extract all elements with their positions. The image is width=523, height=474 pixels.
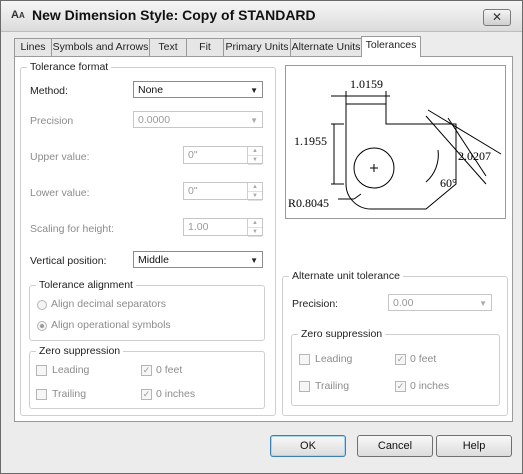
zero-inches-label: 0 inches xyxy=(156,388,196,400)
scaling-label: Scaling for height: xyxy=(30,223,115,235)
tolerance-format-group: Tolerance format Method: None ▼ Precisio… xyxy=(20,61,276,416)
method-dropdown[interactable]: None ▼ xyxy=(133,81,263,98)
close-icon: ✕ xyxy=(491,10,503,24)
arrow-up-icon[interactable]: ▲ xyxy=(248,183,262,192)
upper-value-label: Upper value: xyxy=(30,151,90,163)
alt-zero-inches-label: 0 inches xyxy=(410,380,450,392)
alt-zero-suppression-legend: Zero suppression xyxy=(298,328,386,340)
align-operational-label: Align operational symbols xyxy=(51,319,171,331)
tolerances-panel: Tolerance format Method: None ▼ Precisio… xyxy=(14,56,513,422)
scaling-field: 1.00 xyxy=(188,221,209,233)
zero-inches-checkbox[interactable]: ✓ xyxy=(141,389,152,400)
tab-tolerances[interactable]: Tolerances xyxy=(361,36,421,57)
chevron-down-icon: ▼ xyxy=(250,116,258,125)
alt-leading-label: Leading xyxy=(315,353,353,365)
tab-text[interactable]: Text xyxy=(149,38,187,56)
precision-label: Precision xyxy=(30,115,74,127)
scaling-stepper[interactable]: 1.00 ▲ ▼ xyxy=(183,218,263,237)
dim-right-text: 2.0207 xyxy=(458,149,491,163)
chevron-down-icon: ▼ xyxy=(250,256,258,265)
tab-primary-units[interactable]: Primary Units xyxy=(223,38,291,56)
lower-value-stepper[interactable]: 0" ▲ ▼ xyxy=(183,182,263,201)
upper-value-field: 0" xyxy=(188,149,198,161)
checkmark-icon: ✓ xyxy=(142,389,151,399)
spin-buttons[interactable]: ▲ ▼ xyxy=(247,147,262,165)
dimension-preview: 1.0159 1.1955 2.0207 60° R0.8045 xyxy=(285,65,506,219)
chevron-down-icon: ▼ xyxy=(479,299,487,308)
arrow-down-icon[interactable]: ▼ xyxy=(248,192,262,201)
vertical-position-label: Vertical position: xyxy=(30,255,107,267)
checkmark-icon: ✓ xyxy=(142,365,151,375)
align-decimal-radio[interactable] xyxy=(37,300,47,310)
alt-precision-dropdown[interactable]: 0.00 ▼ xyxy=(388,294,492,311)
arrow-up-icon[interactable]: ▲ xyxy=(248,219,262,228)
part-outline xyxy=(345,103,457,210)
dim-angle-text: 60° xyxy=(440,176,457,190)
alt-leading-checkbox[interactable] xyxy=(299,354,310,365)
alt-zero-feet-label: 0 feet xyxy=(410,353,437,365)
tolerance-alignment-legend: Tolerance alignment xyxy=(36,279,136,291)
leading-label: Leading xyxy=(52,364,90,376)
lower-value-field: 0" xyxy=(188,185,198,197)
help-button[interactable]: Help xyxy=(436,435,512,457)
alt-trailing-label: Trailing xyxy=(315,380,350,392)
alt-trailing-checkbox[interactable] xyxy=(299,381,310,392)
dim-top-text: 1.0159 xyxy=(350,77,383,91)
spin-buttons[interactable]: ▲ ▼ xyxy=(247,183,262,201)
vertical-position-dropdown[interactable]: Middle ▼ xyxy=(133,251,263,268)
dialog-title: New Dimension Style: Copy of STANDARD xyxy=(32,7,316,23)
alt-precision-value: 0.00 xyxy=(393,297,414,309)
method-label: Method: xyxy=(30,85,68,97)
zero-feet-checkbox[interactable]: ✓ xyxy=(141,365,152,376)
align-operational-radio[interactable] xyxy=(37,321,47,331)
title-bar[interactable]: AA New Dimension Style: Copy of STANDARD… xyxy=(1,1,522,32)
arrow-down-icon[interactable]: ▼ xyxy=(248,156,262,165)
arrow-down-icon[interactable]: ▼ xyxy=(248,228,262,237)
upper-value-stepper[interactable]: 0" ▲ ▼ xyxy=(183,146,263,165)
alt-unit-tolerance-legend: Alternate unit tolerance xyxy=(289,270,403,282)
method-value: None xyxy=(138,84,164,96)
alt-zero-feet-checkbox[interactable]: ✓ xyxy=(395,354,406,365)
alt-unit-tolerance-group: Alternate unit tolerance Precision: 0.00… xyxy=(282,270,508,416)
tab-alternate-units[interactable]: Alternate Units xyxy=(290,38,362,56)
precision-value: 0.0000 xyxy=(138,114,171,126)
zero-feet-label: 0 feet xyxy=(156,364,183,376)
trailing-label: Trailing xyxy=(52,388,87,400)
spin-buttons[interactable]: ▲ ▼ xyxy=(247,219,262,237)
leading-checkbox[interactable] xyxy=(36,365,47,376)
dim-radius-text: R0.8045 xyxy=(288,196,329,210)
close-button[interactable]: ✕ xyxy=(483,9,511,26)
tab-lines[interactable]: Lines xyxy=(14,38,52,56)
checkmark-icon: ✓ xyxy=(396,354,405,364)
tolerance-alignment-group: Tolerance alignment Align decimal separa… xyxy=(29,279,265,341)
align-decimal-label: Align decimal separators xyxy=(51,298,166,310)
autocad-app-icon: AA xyxy=(11,9,25,21)
tab-fit[interactable]: Fit xyxy=(186,38,224,56)
alt-precision-label: Precision: xyxy=(292,298,339,310)
alt-zero-inches-checkbox[interactable]: ✓ xyxy=(395,381,406,392)
zero-suppression-legend: Zero suppression xyxy=(36,345,124,357)
cancel-button[interactable]: Cancel xyxy=(357,435,433,457)
tolerance-format-legend: Tolerance format xyxy=(27,61,112,73)
tab-symbols-and-arrows[interactable]: Symbols and Arrows xyxy=(51,38,150,56)
alt-zero-suppression-group: Zero suppression Leading Trailing ✓ 0 fe… xyxy=(291,328,500,406)
dialog-window: AA New Dimension Style: Copy of STANDARD… xyxy=(0,0,523,474)
arrow-up-icon[interactable]: ▲ xyxy=(248,147,262,156)
checkmark-icon: ✓ xyxy=(396,381,405,391)
zero-suppression-group: Zero suppression Leading Trailing ✓ 0 fe… xyxy=(29,345,265,409)
vertical-position-value: Middle xyxy=(138,254,169,266)
preview-drawing: 1.0159 1.1955 2.0207 60° R0.8045 xyxy=(288,77,502,210)
lower-value-label: Lower value: xyxy=(30,187,90,199)
trailing-checkbox[interactable] xyxy=(36,389,47,400)
precision-dropdown[interactable]: 0.0000 ▼ xyxy=(133,111,263,128)
ok-button[interactable]: OK xyxy=(270,435,346,457)
dim-left-text: 1.1955 xyxy=(294,134,327,148)
chevron-down-icon: ▼ xyxy=(250,86,258,95)
